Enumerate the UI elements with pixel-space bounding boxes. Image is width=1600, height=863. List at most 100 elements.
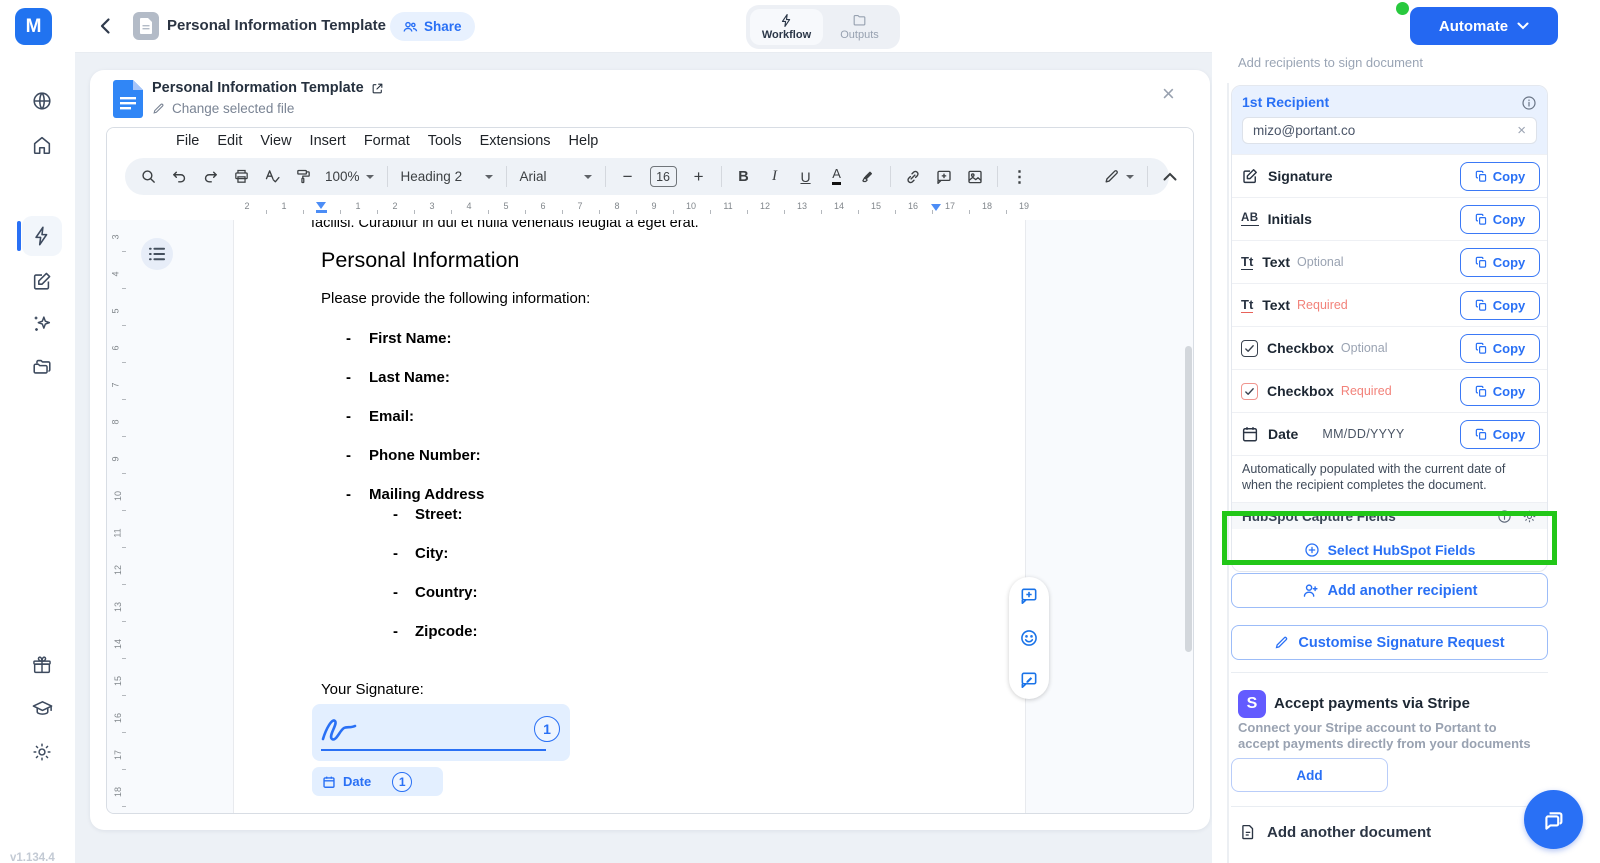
copy-checkbox-required-button[interactable]: Copy: [1460, 377, 1540, 406]
recipient-title: 1st Recipient: [1242, 94, 1537, 110]
add-another-recipient-button[interactable]: Add another recipient: [1231, 573, 1548, 608]
redo-button[interactable]: [201, 168, 219, 185]
bold-button[interactable]: B: [735, 169, 753, 185]
menu-help[interactable]: Help: [560, 133, 608, 149]
menu-view[interactable]: View: [251, 133, 300, 149]
paragraph-style-select[interactable]: Heading 2: [401, 169, 493, 184]
copy-text-optional-button[interactable]: Copy: [1460, 248, 1540, 277]
font-select[interactable]: Arial: [520, 169, 592, 184]
add-comment-button[interactable]: [1019, 586, 1039, 606]
sidebar-item-home[interactable]: [22, 125, 62, 165]
image-icon: [966, 168, 984, 186]
portant-app: M Personal Information Template Share Wo…: [0, 0, 1600, 863]
add-recipient-label: Add another recipient: [1328, 583, 1478, 599]
clear-email-button[interactable]: ×: [1517, 122, 1526, 139]
left-sidebar: v1.134.4 (v1.134.2): [0, 53, 75, 863]
editing-mode-select[interactable]: [1103, 168, 1134, 185]
menu-insert[interactable]: Insert: [301, 133, 355, 149]
menu-edit[interactable]: Edit: [208, 133, 251, 149]
chat-support-button[interactable]: [1524, 790, 1583, 849]
sidebar-item-rewards[interactable]: [22, 645, 62, 685]
text-icon: Tt: [1241, 298, 1253, 313]
workflow-title: Personal Information Template: [167, 17, 386, 34]
automate-button[interactable]: Automate: [1410, 7, 1558, 45]
menu-tools[interactable]: Tools: [419, 133, 471, 149]
stripe-title: Accept payments via Stripe: [1274, 695, 1470, 712]
tab-outputs-label: Outputs: [840, 29, 879, 41]
file-icon: [139, 18, 153, 34]
menu-extensions[interactable]: Extensions: [471, 133, 560, 149]
collapse-toolbar-button[interactable]: [1161, 172, 1179, 181]
field-row-text-optional: Tt Text Optional Copy: [1232, 240, 1547, 283]
insert-image-button[interactable]: [966, 168, 984, 186]
copy-icon: [1475, 428, 1488, 441]
sidebar-item-learn[interactable]: [22, 688, 62, 728]
italic-button[interactable]: I: [766, 168, 784, 185]
stripe-add-button[interactable]: Add: [1231, 758, 1388, 792]
external-link-icon[interactable]: [371, 82, 384, 95]
zoom-select[interactable]: 100%: [325, 169, 374, 184]
hubspot-info-button[interactable]: [1497, 509, 1512, 524]
change-selected-file[interactable]: Change selected file: [152, 101, 294, 116]
signature-order-badge: 1: [534, 716, 560, 742]
info-icon: [1521, 95, 1537, 111]
copy-signature-button[interactable]: Copy: [1460, 162, 1540, 191]
more-options-button[interactable]: ⋮: [1011, 167, 1029, 187]
increase-font-button[interactable]: +: [690, 167, 708, 187]
back-button[interactable]: [94, 14, 118, 38]
recipient-email-input[interactable]: mizo@portant.co ×: [1242, 117, 1537, 144]
share-button[interactable]: Share: [390, 12, 475, 41]
paint-format-button[interactable]: [294, 168, 312, 185]
sidebar-item-compose[interactable]: [22, 261, 62, 301]
sidebar-item-ai[interactable]: [22, 304, 62, 344]
copy-icon: [1475, 299, 1488, 312]
left-margin-marker[interactable]: [316, 210, 327, 213]
decrease-font-button[interactable]: −: [619, 167, 637, 187]
suggest-edits-button[interactable]: [1019, 670, 1039, 690]
document-scrollbar[interactable]: [1185, 346, 1192, 652]
copy-text-required-button[interactable]: Copy: [1460, 291, 1540, 320]
spellcheck-button[interactable]: [263, 168, 281, 185]
add-emoji-button[interactable]: [1019, 628, 1039, 648]
signature-field[interactable]: 1: [312, 704, 570, 761]
font-size-input[interactable]: 16: [650, 166, 677, 187]
copy-date-button[interactable]: Copy: [1460, 420, 1540, 449]
search-menus-button[interactable]: [139, 168, 157, 185]
underline-button[interactable]: U: [797, 169, 815, 185]
doc-field-country: Country:: [415, 584, 478, 601]
panel-scrollbar-track[interactable]: [1227, 83, 1229, 863]
tab-outputs[interactable]: Outputs: [823, 9, 896, 45]
menu-file[interactable]: File: [167, 133, 208, 149]
sidebar-item-settings[interactable]: [22, 732, 62, 772]
copy-initials-button[interactable]: Copy: [1460, 205, 1540, 234]
recipients-panel: Add recipients to sign document 1st Reci…: [1212, 53, 1600, 863]
highlight-color-button[interactable]: [859, 168, 877, 185]
tab-workflow[interactable]: Workflow: [750, 9, 823, 45]
sidebar-item-files[interactable]: [22, 347, 62, 387]
add-comment-button[interactable]: [935, 168, 953, 186]
hubspot-settings-button[interactable]: [1522, 509, 1537, 524]
insert-link-button[interactable]: [904, 168, 922, 186]
app-logo[interactable]: M: [15, 8, 52, 45]
undo-button[interactable]: [170, 168, 188, 185]
recipient-info-button[interactable]: [1521, 95, 1537, 111]
document-outline-button[interactable]: [141, 238, 173, 270]
customise-signature-request-button[interactable]: Customise Signature Request: [1231, 625, 1548, 660]
signature-line: [321, 749, 546, 751]
sidebar-item-workflows[interactable]: [22, 216, 62, 256]
copy-checkbox-optional-button[interactable]: Copy: [1460, 334, 1540, 363]
left-indent-marker[interactable]: [316, 202, 326, 209]
text-color-button[interactable]: A: [828, 168, 846, 185]
field-row-checkbox-required: Checkbox Required Copy: [1232, 369, 1547, 412]
recipient-card-header: 1st Recipient mizo@portant.co ×: [1232, 86, 1547, 154]
date-field[interactable]: Date 1: [312, 767, 443, 796]
print-button[interactable]: [232, 168, 250, 185]
add-another-document-button[interactable]: Add another document: [1239, 823, 1431, 841]
sidebar-item-explore[interactable]: [22, 81, 62, 121]
select-hubspot-fields-button[interactable]: Select HubSpot Fields: [1232, 529, 1547, 571]
bullet: -: [393, 623, 398, 640]
bullet: -: [393, 506, 398, 523]
gdocs-page-area: facilisi. Curabitur in dui et nulla vene…: [107, 220, 1193, 813]
close-document-button[interactable]: ×: [1162, 84, 1175, 104]
menu-format[interactable]: Format: [355, 133, 419, 149]
